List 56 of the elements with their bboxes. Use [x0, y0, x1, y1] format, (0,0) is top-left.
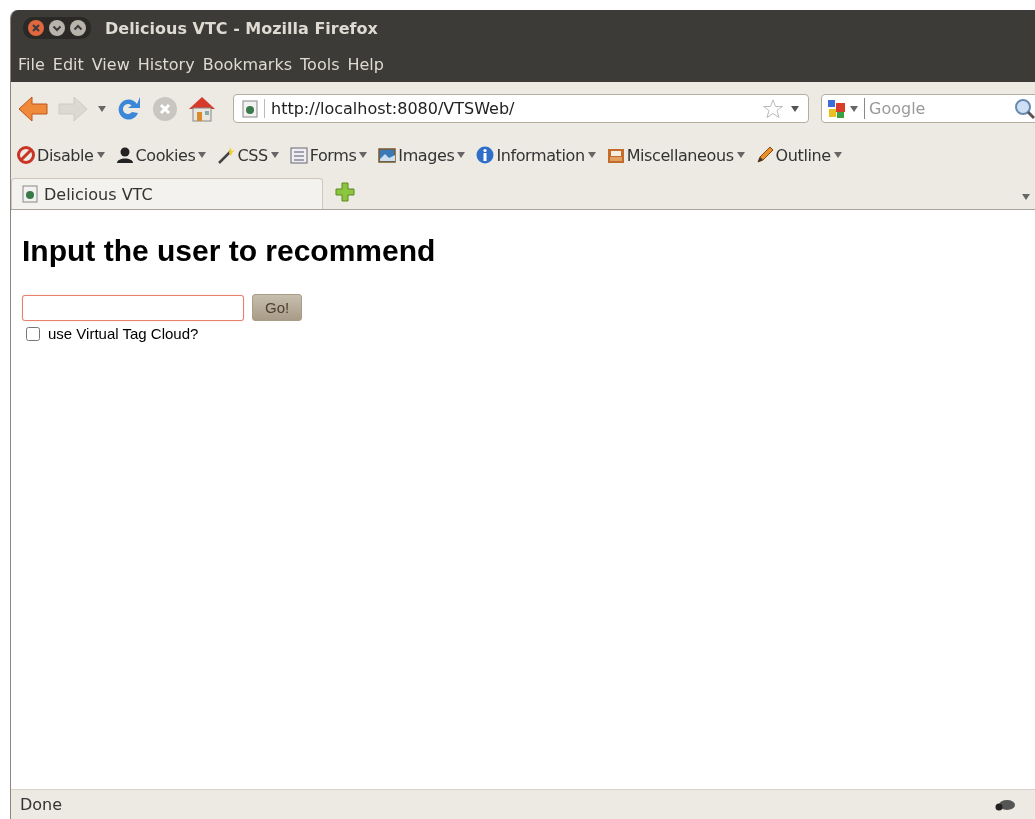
minimize-icon[interactable]	[48, 19, 66, 37]
page-icon	[22, 185, 38, 203]
dropdown-arrow-icon	[735, 150, 746, 160]
dropdown-arrow-icon[interactable]	[790, 103, 800, 114]
dropdown-arrow-icon[interactable]	[97, 103, 107, 114]
search-icon[interactable]	[1014, 97, 1035, 120]
pencil-icon	[755, 146, 774, 164]
dropdown-arrow-icon[interactable]	[1021, 192, 1031, 202]
browser-tab[interactable]: Delicious VTC	[11, 178, 323, 209]
menu-item[interactable]: Help	[346, 54, 385, 74]
form-icon	[289, 146, 308, 164]
toolbar-menu-button[interactable]: Cookies	[115, 145, 208, 165]
toolbar-menu-button[interactable]: CSS	[217, 145, 280, 165]
menu-item[interactable]: Edit	[51, 54, 85, 74]
dropdown-arrow-icon	[95, 150, 106, 160]
close-icon[interactable]	[27, 19, 45, 37]
url-text: http://localhost:8080/VTSWeb/	[264, 99, 756, 118]
menu-item[interactable]: Tools	[299, 54, 341, 74]
home-icon[interactable]	[187, 94, 217, 123]
address-bar[interactable]: http://localhost:8080/VTSWeb/	[233, 94, 809, 123]
window-title: Delicious VTC - Mozilla Firefox	[105, 18, 378, 38]
dropdown-arrow-icon	[358, 150, 369, 160]
menu-item[interactable]: History	[136, 54, 196, 74]
toolbar-menu-button[interactable]: Outline	[755, 145, 843, 165]
page-icon	[242, 99, 258, 118]
toolbar-menu-button[interactable]: Forms	[289, 145, 369, 165]
menu-item[interactable]: View	[90, 54, 131, 74]
toolbar-menu-button[interactable]: Information	[476, 145, 597, 165]
status-text: Done	[20, 795, 63, 814]
person-icon	[115, 146, 134, 164]
menu-item[interactable]: File	[17, 54, 46, 74]
info-icon	[476, 146, 495, 164]
checkbox[interactable]	[26, 326, 40, 341]
toolbar-menu-button[interactable]: Miscellaneous	[606, 145, 746, 165]
star-icon[interactable]	[762, 98, 784, 119]
page-heading: Input the user to recommend	[22, 234, 437, 268]
go-button[interactable]: Go!	[252, 294, 303, 321]
new-tab-icon[interactable]	[335, 182, 355, 202]
drawer-icon	[606, 146, 625, 164]
back-arrow-icon[interactable]	[17, 94, 49, 123]
magic-wand-icon	[217, 146, 236, 164]
checkbox-label: use Virtual Tag Cloud?	[48, 325, 199, 342]
dropdown-arrow-icon	[269, 150, 280, 160]
user-input-field[interactable]	[22, 294, 244, 321]
search-bar[interactable]: Google	[821, 94, 1035, 123]
dropdown-arrow-icon	[832, 150, 843, 160]
dropdown-arrow-icon	[586, 150, 597, 160]
image-icon	[378, 146, 397, 164]
dropdown-arrow-icon	[197, 150, 208, 160]
toolbar-menu-button[interactable]: Disable	[17, 145, 106, 165]
search-engine-icon[interactable]	[826, 97, 860, 120]
dropdown-arrow-icon	[456, 150, 467, 160]
toolbar-menu-button[interactable]: Images	[378, 145, 467, 165]
maximize-icon[interactable]	[69, 19, 87, 37]
prohibited-icon	[17, 146, 35, 164]
menu-item[interactable]: Bookmarks	[201, 54, 294, 74]
